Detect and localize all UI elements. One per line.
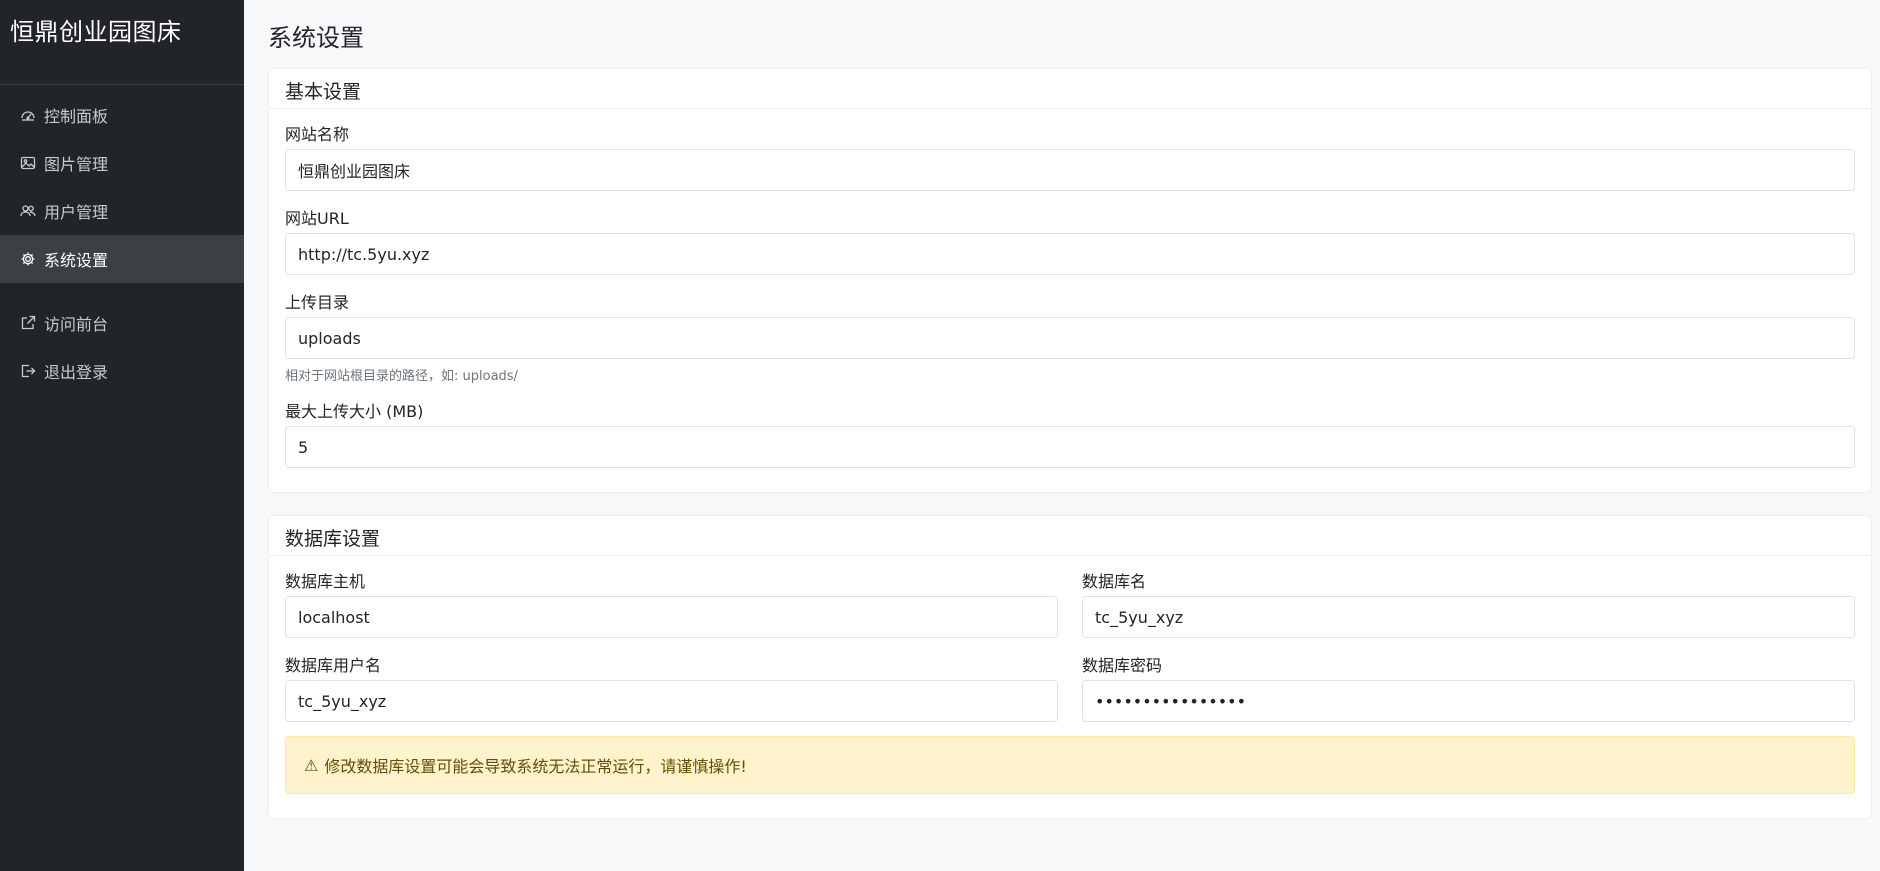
site-url-input[interactable] (285, 233, 1855, 275)
db-warning-alert: ⚠ 修改数据库设置可能会导致系统无法正常运行，请谨慎操作! (285, 736, 1855, 794)
site-name-label: 网站名称 (285, 125, 350, 144)
db-host-group: 数据库主机 (285, 568, 1058, 638)
sidebar-nav: 控制面板 图片管理 用户管理 系统设置 访问前台 退出登录 (0, 91, 244, 395)
sidebar-item-settings[interactable]: 系统设置 (0, 235, 244, 283)
sidebar-item-label: 用户管理 (44, 203, 109, 222)
warning-icon: ⚠ (304, 755, 319, 775)
dashboard-icon (20, 107, 36, 123)
nav-spacer (0, 283, 244, 299)
upload-dir-input[interactable] (285, 317, 1855, 359)
upload-dir-label: 上传目录 (285, 293, 350, 312)
sidebar-item-label: 控制面板 (44, 107, 109, 126)
database-settings-card: 数据库设置 数据库主机 数据库名 数据库用户名 数据库密码 (268, 515, 1872, 819)
logout-icon (20, 363, 36, 379)
gear-icon (20, 251, 36, 267)
db-host-label: 数据库主机 (285, 572, 366, 591)
site-url-group: 网站URL (285, 205, 1855, 275)
main-content: 系统设置 基本设置 网站名称 网站URL 上传目录 相对于网站根目录的路径，如:… (244, 0, 1880, 871)
sidebar-item-label: 图片管理 (44, 155, 109, 174)
site-name-input[interactable] (285, 149, 1855, 191)
basic-settings-body: 网站名称 网站URL 上传目录 相对于网站根目录的路径，如: uploads/ … (269, 109, 1871, 492)
db-user-label: 数据库用户名 (285, 656, 382, 675)
db-row-1: 数据库主机 数据库名 (285, 568, 1855, 652)
sidebar-item-label: 访问前台 (44, 315, 109, 334)
basic-settings-card: 基本设置 网站名称 网站URL 上传目录 相对于网站根目录的路径，如: uplo… (268, 68, 1872, 493)
external-link-icon (20, 315, 36, 331)
sidebar-item-dashboard[interactable]: 控制面板 (0, 91, 244, 139)
db-password-label: 数据库密码 (1082, 656, 1163, 675)
basic-settings-header: 基本设置 (269, 69, 1871, 109)
sidebar-item-logout[interactable]: 退出登录 (0, 347, 244, 395)
db-name-label: 数据库名 (1082, 572, 1147, 591)
sidebar-item-visit-frontend[interactable]: 访问前台 (0, 299, 244, 347)
site-url-label: 网站URL (285, 209, 349, 228)
site-name-group: 网站名称 (285, 121, 1855, 191)
sidebar: 恒鼎创业园图床 控制面板 图片管理 用户管理 系统设置 访问前台 退出登录 (0, 0, 244, 871)
max-upload-input[interactable] (285, 426, 1855, 468)
upload-dir-help: 相对于网站根目录的路径，如: uploads/ (285, 369, 518, 384)
db-row-2: 数据库用户名 数据库密码 (285, 652, 1855, 736)
db-password-input[interactable] (1082, 680, 1855, 722)
image-icon (20, 155, 36, 171)
db-user-group: 数据库用户名 (285, 652, 1058, 722)
db-user-input[interactable] (285, 680, 1058, 722)
db-name-input[interactable] (1082, 596, 1855, 638)
sidebar-item-label: 系统设置 (44, 251, 109, 270)
max-upload-label: 最大上传大小 (MB) (285, 402, 424, 421)
max-upload-group: 最大上传大小 (MB) (285, 398, 1855, 468)
page-title: 系统设置 (268, 24, 364, 52)
db-warning-text: 修改数据库设置可能会导致系统无法正常运行，请谨慎操作! (324, 757, 747, 776)
brand-title: 恒鼎创业园图床 (0, 0, 244, 85)
db-password-group: 数据库密码 (1082, 652, 1855, 722)
upload-dir-group: 上传目录 相对于网站根目录的路径，如: uploads/ (285, 289, 1855, 384)
sidebar-item-images[interactable]: 图片管理 (0, 139, 244, 187)
database-settings-header: 数据库设置 (269, 516, 1871, 556)
db-host-input[interactable] (285, 596, 1058, 638)
sidebar-item-users[interactable]: 用户管理 (0, 187, 244, 235)
users-icon (20, 203, 36, 219)
database-settings-body: 数据库主机 数据库名 数据库用户名 数据库密码 ⚠ (269, 556, 1871, 818)
db-name-group: 数据库名 (1082, 568, 1855, 638)
sidebar-item-label: 退出登录 (44, 363, 109, 382)
